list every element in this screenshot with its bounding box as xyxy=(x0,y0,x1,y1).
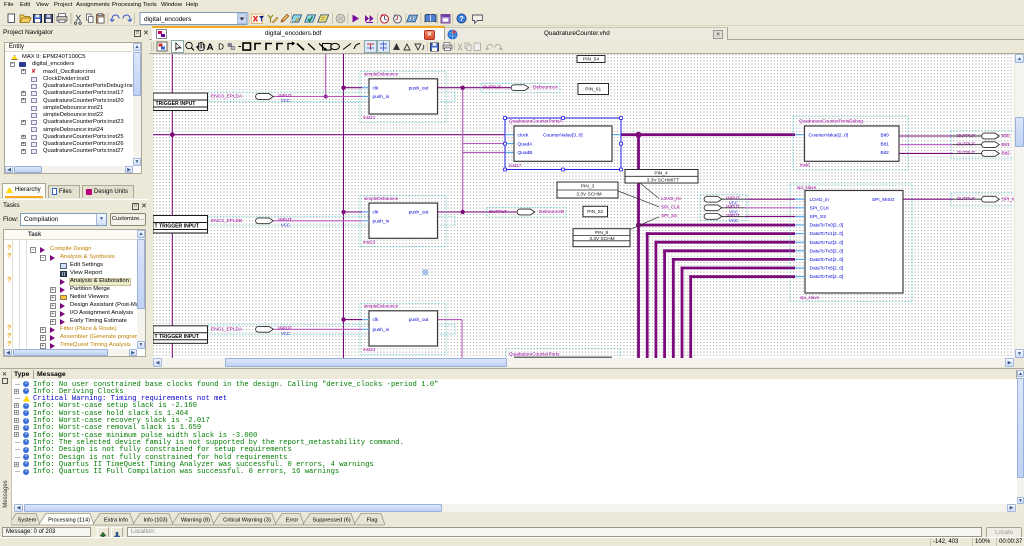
svg-text:DataToTx1[2..0]: DataToTx1[2..0] xyxy=(810,231,844,237)
svg-text:push_in: push_in xyxy=(373,94,390,100)
svg-text:SPI_CLK: SPI_CLK xyxy=(810,205,831,211)
svg-text:ENC3_EPLDB: ENC3_EPLDB xyxy=(211,218,242,224)
svg-text:INPUT: INPUT xyxy=(278,93,292,98)
svg-text:ENC3_EPLDA: ENC3_EPLDA xyxy=(211,94,243,100)
svg-text:simpleDebounce: simpleDebounce xyxy=(364,304,399,309)
svg-text:simpleDebounce: simpleDebounce xyxy=(364,72,399,77)
svg-text:clk: clk xyxy=(373,210,379,216)
svg-text:DataToTx6[2..0]: DataToTx6[2..0] xyxy=(810,274,844,280)
svg-text:push_out: push_out xyxy=(409,317,429,323)
svg-text:Bit1: Bit1 xyxy=(881,141,890,147)
svg-text:CounterValue[3..0]: CounterValue[3..0] xyxy=(543,133,583,139)
svg-text:Info (103): Info (103) xyxy=(144,518,168,524)
svg-text:DebounceA: DebounceA xyxy=(533,85,559,91)
svg-text:?: ? xyxy=(459,14,464,23)
svg-text:Bit1: Bit1 xyxy=(1002,142,1011,148)
svg-text:3.3V SCHMITT: 3.3V SCHMITT xyxy=(647,177,680,183)
svg-text:Warning (8): Warning (8) xyxy=(181,518,210,524)
svg-text:T TRIGGER INPUT: T TRIGGER INPUT xyxy=(155,334,200,340)
svg-text:simpleDebounce: simpleDebounce xyxy=(364,196,399,201)
svg-text:clk: clk xyxy=(373,85,379,91)
svg-text:QuadratureCounterPortsDebug: QuadratureCounterPortsDebug xyxy=(799,119,863,124)
svg-text:OUTPUT: OUTPUT xyxy=(483,85,502,90)
svg-text:PIN_4: PIN_4 xyxy=(654,170,668,176)
svg-text:Flag: Flag xyxy=(367,518,378,524)
svg-text:PIN_8: PIN_8 xyxy=(595,230,609,236)
svg-text:TRIGGER INPUT: TRIGGER INPUT xyxy=(156,101,197,107)
svg-text:VCC: VCC xyxy=(281,331,290,336)
svg-text:A: A xyxy=(207,42,214,53)
svg-text:spi_slave: spi_slave xyxy=(797,185,817,190)
svg-text:SPI_CLK: SPI_CLK xyxy=(661,205,681,210)
svg-text:INPUT: INPUT xyxy=(278,217,292,222)
svg-text:INPUT: INPUT xyxy=(278,326,292,331)
svg-text:QuadratureCounterPortsA: QuadratureCounterPortsA xyxy=(509,119,563,124)
svg-text:clk: clk xyxy=(373,317,379,323)
svg-text:PIN_3: PIN_3 xyxy=(581,184,595,190)
svg-text:Bit0: Bit0 xyxy=(1002,133,1011,139)
svg-text:QuadA: QuadA xyxy=(518,141,534,147)
svg-text:push_in: push_in xyxy=(373,218,390,224)
svg-text:OUTPUT: OUTPUT xyxy=(957,150,976,155)
svg-text:OUTPUT: OUTPUT xyxy=(957,141,976,146)
svg-text:inst24: inst24 xyxy=(363,347,376,352)
svg-text:LOAD_in: LOAD_in xyxy=(810,197,830,203)
svg-text:Critical Warning (3): Critical Warning (3) xyxy=(223,518,271,524)
svg-text:inst17: inst17 xyxy=(509,163,522,168)
svg-text:3.3V SCHM: 3.3V SCHM xyxy=(589,236,614,242)
svg-text:Extra Info: Extra Info xyxy=(104,518,128,524)
svg-text:spi_slave: spi_slave xyxy=(800,295,820,300)
svg-text:Bit2: Bit2 xyxy=(1002,150,1011,156)
svg-text:SPI_M: SPI_M xyxy=(1002,196,1015,202)
svg-text:3.3V SCHM: 3.3V SCHM xyxy=(576,191,601,197)
svg-text:inst21: inst21 xyxy=(363,115,376,120)
svg-text:inst22: inst22 xyxy=(363,240,376,245)
svg-text:DataToTx3[2..0]: DataToTx3[2..0] xyxy=(810,248,844,254)
svg-text:ENC1_EPLDA: ENC1_EPLDA xyxy=(211,326,243,332)
svg-text:DebounceB: DebounceB xyxy=(539,209,564,215)
svg-text:Suppressed (6): Suppressed (6) xyxy=(312,518,350,524)
svg-text:VCC: VCC xyxy=(281,98,290,103)
svg-text:Error: Error xyxy=(286,518,299,524)
svg-text:OUTPUT: OUTPUT xyxy=(489,209,508,214)
svg-text:VCC: VCC xyxy=(281,223,290,228)
svg-text:QuadB: QuadB xyxy=(518,150,533,156)
svg-text:SPI_SS: SPI_SS xyxy=(810,214,827,220)
svg-text:OUTPUT: OUTPUT xyxy=(957,133,976,138)
svg-text:inst6: inst6 xyxy=(800,163,810,168)
svg-text:VCC: VCC xyxy=(729,218,738,223)
svg-text:push_out: push_out xyxy=(409,85,429,91)
svg-text:Bit0: Bit0 xyxy=(881,133,890,139)
svg-text:QuadratureCounterPorts: QuadratureCounterPorts xyxy=(509,352,560,357)
svg-text:DataToTx4[2..0]: DataToTx4[2..0] xyxy=(810,257,844,263)
svg-text:clock: clock xyxy=(518,133,530,139)
svg-text:digital_encoders: digital_encoders xyxy=(144,16,192,23)
svg-text:OUTPUT: OUTPUT xyxy=(957,196,976,201)
svg-text:push_out: push_out xyxy=(409,210,429,216)
svg-text:System: System xyxy=(18,518,37,524)
svg-text:DataToTx5[2..0]: DataToTx5[2..0] xyxy=(810,266,844,272)
svg-text:PIN_52: PIN_52 xyxy=(587,209,603,215)
svg-text:DataToTx2[2..0]: DataToTx2[2..0] xyxy=(810,240,844,246)
svg-text:CounterValue[2..0]: CounterValue[2..0] xyxy=(809,133,849,139)
svg-text:DataToTx0[2..0]: DataToTx0[2..0] xyxy=(810,223,844,229)
svg-text:PIN_61: PIN_61 xyxy=(585,86,601,92)
svg-text:Bit2: Bit2 xyxy=(881,150,890,156)
svg-text:LOAD_IN: LOAD_IN xyxy=(661,196,681,201)
svg-text:SPI_SS: SPI_SS xyxy=(661,213,677,218)
svg-text:SPI_MISO: SPI_MISO xyxy=(872,197,895,203)
svg-text:D: D xyxy=(218,43,224,52)
svg-text:PIN_54: PIN_54 xyxy=(583,57,599,63)
svg-text:T TRIGGER INPUT: T TRIGGER INPUT xyxy=(155,224,200,230)
svg-text:push_in: push_in xyxy=(373,327,390,333)
svg-text:Processing (114): Processing (114) xyxy=(48,518,90,524)
